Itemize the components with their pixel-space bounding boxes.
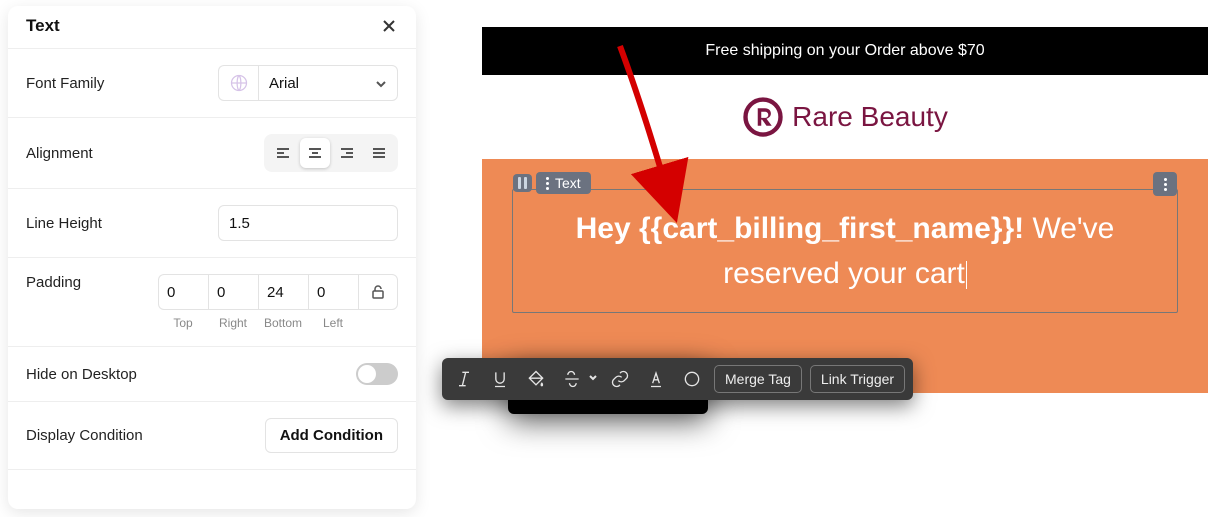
circle-icon[interactable] <box>678 365 706 393</box>
shipping-banner: Free shipping on your Order above $70 <box>482 27 1208 75</box>
padding-row: Padding Top Right Bottom Left <box>8 257 416 346</box>
brand-logo-bar: Rare Beauty <box>482 75 1208 159</box>
alignment-label: Alignment <box>26 145 93 162</box>
shipping-banner-text: Free shipping on your Order above $70 <box>705 42 984 60</box>
line-height-row: Line Height <box>8 188 416 257</box>
block-type-tag[interactable]: Text <box>536 172 591 194</box>
block-tag-row: Text <box>513 172 591 194</box>
brand-name: Rare Beauty <box>792 101 948 133</box>
line-height-label: Line Height <box>26 215 102 232</box>
brand-logo-icon <box>742 96 784 138</box>
padding-top-sublabel: Top <box>173 316 192 330</box>
line-height-input[interactable] <box>218 205 398 241</box>
panel-header: Text <box>8 6 416 48</box>
chevron-down-icon <box>375 77 387 89</box>
font-family-control: Arial <box>218 65 398 101</box>
display-condition-label: Display Condition <box>26 427 143 444</box>
link-button[interactable] <box>606 365 634 393</box>
panel-title: Text <box>26 16 60 36</box>
padding-lock-button[interactable] <box>358 274 398 310</box>
block-more-button[interactable] <box>1153 172 1177 196</box>
padding-top-input[interactable] <box>158 274 208 310</box>
chevron-down-icon <box>588 370 598 388</box>
hide-desktop-label: Hide on Desktop <box>26 366 137 383</box>
font-family-label: Font Family <box>26 75 104 92</box>
block-type-label: Text <box>555 175 581 191</box>
padding-label: Padding <box>26 274 81 291</box>
add-condition-button[interactable]: Add Condition <box>265 418 398 453</box>
text-color-button[interactable] <box>642 365 670 393</box>
merge-tag-button[interactable]: Merge Tag <box>714 365 802 393</box>
email-preview: Free shipping on your Order above $70 Ra… <box>482 27 1208 393</box>
globe-icon[interactable] <box>218 65 258 101</box>
strikethrough-button[interactable] <box>558 365 598 393</box>
font-family-select[interactable]: Arial <box>258 65 398 101</box>
text-settings-panel: Text Font Family Arial Alignment Line He… <box>8 6 416 509</box>
italic-button[interactable] <box>450 365 478 393</box>
alignment-row: Alignment <box>8 117 416 188</box>
padding-bottom-input[interactable] <box>258 274 308 310</box>
close-icon[interactable] <box>380 17 398 35</box>
hide-desktop-toggle[interactable] <box>356 363 398 385</box>
align-center-button[interactable] <box>300 138 330 168</box>
display-condition-row: Display Condition Add Condition <box>8 401 416 469</box>
drag-handle-icon[interactable] <box>513 174 532 192</box>
padding-right-sublabel: Right <box>219 316 247 330</box>
padding-left-sublabel: Left <box>323 316 343 330</box>
align-right-button[interactable] <box>332 138 362 168</box>
padding-right-input[interactable] <box>208 274 258 310</box>
padding-bottom-sublabel: Bottom <box>264 316 302 330</box>
align-justify-button[interactable] <box>364 138 394 168</box>
headline-text[interactable]: Hey {{cart_billing_first_name}}! We've r… <box>533 206 1157 296</box>
headline-bold: Hey {{cart_billing_first_name}}! <box>576 212 1025 245</box>
font-family-row: Font Family Arial <box>8 48 416 117</box>
text-cursor <box>966 261 967 289</box>
alignment-group <box>264 134 398 172</box>
text-format-toolbar: Merge Tag Link Trigger <box>442 358 913 400</box>
padding-left-input[interactable] <box>308 274 358 310</box>
hide-desktop-row: Hide on Desktop <box>8 346 416 401</box>
link-trigger-button[interactable]: Link Trigger <box>810 365 905 393</box>
text-block[interactable]: Text Hey {{cart_billing_first_name}}! We… <box>512 189 1178 313</box>
align-left-button[interactable] <box>268 138 298 168</box>
paint-bucket-icon[interactable] <box>522 365 550 393</box>
underline-button[interactable] <box>486 365 514 393</box>
padding-group: Top Right Bottom Left <box>158 274 398 330</box>
font-family-value: Arial <box>269 75 299 92</box>
